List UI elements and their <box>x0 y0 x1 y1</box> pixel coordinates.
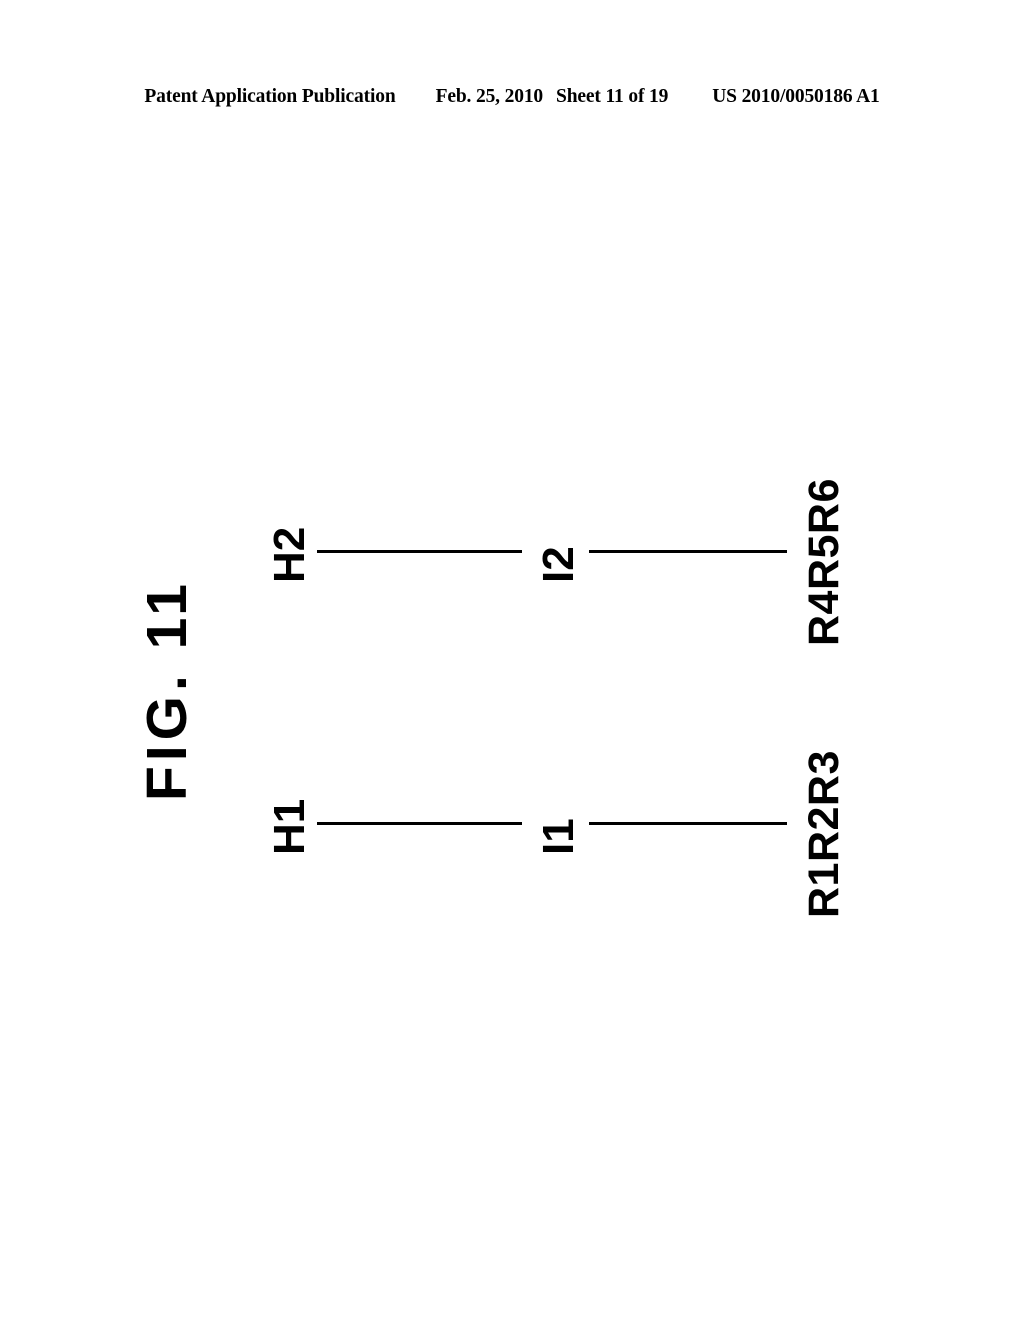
patent-page-sheet: Patent Application Publication Feb. 25, … <box>0 0 1024 1320</box>
connector-line-i1-r123 <box>589 822 787 825</box>
connector-line-h2-i2 <box>317 550 522 553</box>
connector-line-i2-r456 <box>589 550 787 553</box>
figure-drawing-area: FIG. 11 H2 I2 R4R5R6 H1 I1 R1R2R3 <box>0 0 1024 1320</box>
connector-line-h1-i1 <box>317 822 522 825</box>
node-label-h2: H2 <box>265 526 314 583</box>
node-label-i2: I2 <box>534 546 583 583</box>
node-label-h1: H1 <box>265 798 314 855</box>
figure-title: FIG. 11 <box>135 579 199 801</box>
group-label-r1r2r3: R1R2R3 <box>800 750 848 918</box>
node-label-i1: I1 <box>534 818 583 855</box>
group-label-r4r5r6: R4R5R6 <box>800 478 848 646</box>
